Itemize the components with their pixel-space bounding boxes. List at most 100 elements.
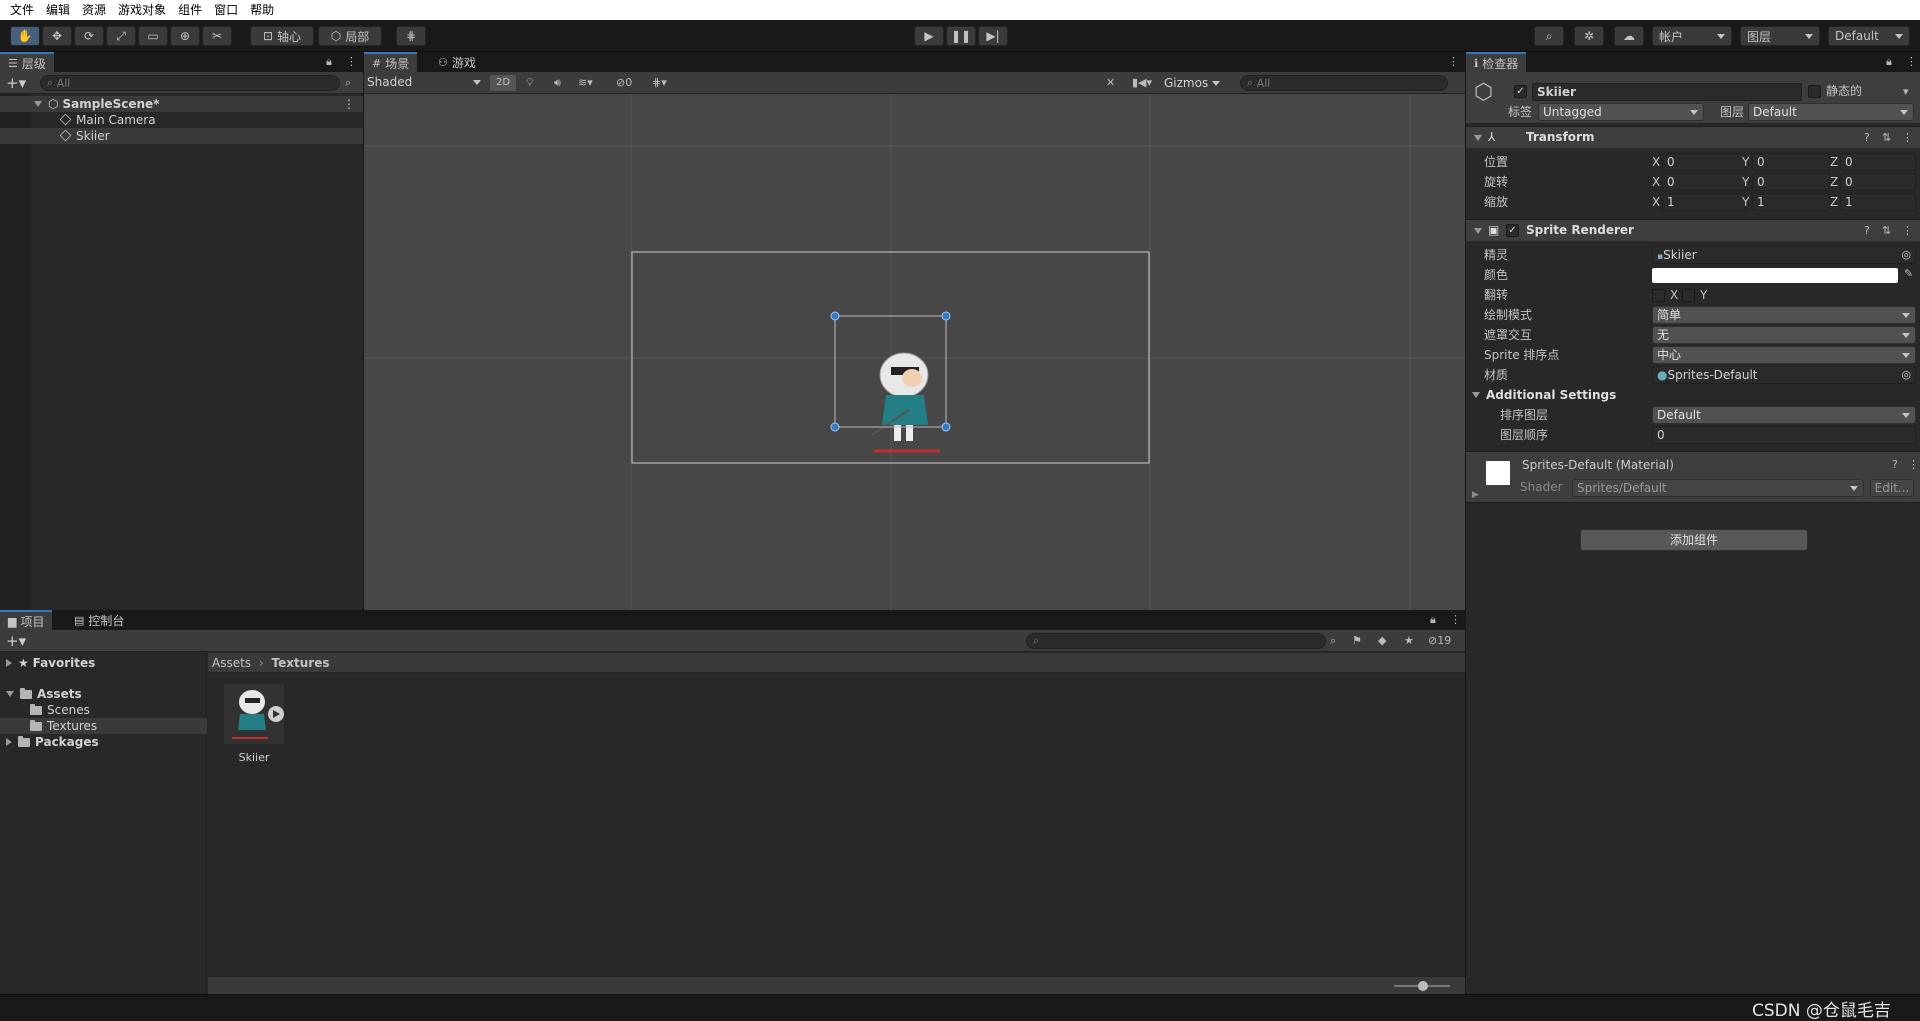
chevron-down-icon[interactable]: ▾ [1903,85,1909,98]
transform-header[interactable]: ⅄ Transform ? ⇅ ⋮ [1466,126,1920,148]
hand-tool-button[interactable]: ✋ [10,26,40,46]
transform-tool-button[interactable]: ⊕ [170,26,200,46]
preset-icon[interactable]: ⇅ [1882,131,1891,144]
position-z-field[interactable]: 0 [1840,153,1916,171]
add-component-button[interactable]: 添加组件 [1580,529,1808,551]
pause-button[interactable]: ❚❚ [946,26,976,46]
sprite-renderer-enabled-checkbox[interactable]: ✓ [1506,224,1519,237]
type-filter-icon[interactable]: ⚑ [1352,634,1362,647]
collab-button[interactable]: ✲ [1574,26,1604,46]
tab-game[interactable]: ⚇ 游戏 [430,52,484,72]
menu-edit[interactable]: 编辑 [40,0,76,20]
scale-z-field[interactable]: 1 [1840,193,1916,211]
scene-canvas[interactable] [364,95,1465,610]
layer-dropdown[interactable]: Default [1748,103,1914,121]
asset-item-skiier[interactable]: Skiier [222,682,286,766]
favorites-item[interactable]: ★ Favorites [6,655,95,671]
more-icon[interactable]: ⋮ [1906,55,1917,68]
account-dropdown[interactable]: 帐户 [1652,26,1732,46]
more-icon[interactable]: ⋮ [343,96,355,112]
chevron-right-icon[interactable]: ▶ [1472,490,1479,500]
rect-tool-button[interactable]: ▭ [138,26,168,46]
target-icon[interactable]: ◎ [1901,367,1911,383]
add-icon[interactable]: +▾ [6,632,26,650]
breadcrumb-assets[interactable]: Assets [212,656,251,670]
play-button[interactable]: ▶ [914,26,944,46]
layout-dropdown[interactable]: Default [1828,26,1910,46]
textures-folder[interactable]: Textures [0,718,207,734]
tag-dropdown[interactable]: Untagged [1538,103,1704,121]
layers-dropdown[interactable]: 图层 [1740,26,1820,46]
breadcrumb-textures[interactable]: Textures [272,656,330,670]
position-y-field[interactable]: 0 [1752,153,1830,171]
color-swatch[interactable] [1652,268,1898,283]
gizmos-dropdown[interactable]: Gizmos [1164,74,1220,92]
pivot-toggle[interactable]: ⊡ 轴心 [250,26,314,46]
hidden-packages-icon[interactable]: ⊘19 [1428,634,1451,647]
filter-icon[interactable]: ⌕ [345,76,351,90]
scene-row[interactable]: ⬡ SampleScene* ⋮ [0,96,363,112]
audio-icon[interactable]: 🔊︎ [554,76,561,90]
camera-icon[interactable]: ▮◀▾ [1132,76,1152,89]
grid-snap-button[interactable]: ⋕ [396,26,426,46]
tools-icon[interactable]: ✕ [1106,76,1115,89]
project-search-input[interactable]: ⌕ [1026,633,1326,649]
scenes-folder[interactable]: Scenes [30,702,90,718]
menu-component[interactable]: 组件 [172,0,208,20]
help-icon[interactable]: ? [1864,131,1870,144]
search-button[interactable]: ⌕ [1534,26,1564,46]
rotation-z-field[interactable]: 0 [1840,173,1916,191]
2d-toggle[interactable]: 2D [490,75,516,91]
tab-inspector[interactable]: ℹ 检查器 [1466,52,1527,72]
menu-help[interactable]: 帮助 [244,0,280,20]
shader-dropdown[interactable]: Sprites/Default [1572,479,1864,497]
flip-x-checkbox[interactable] [1652,289,1665,302]
cloud-button[interactable]: ☁ [1614,26,1644,46]
mask-interaction-dropdown[interactable]: 无 [1652,326,1916,344]
packages-item[interactable]: Packages [6,734,99,750]
shader-edit-button[interactable]: Edit... [1870,479,1914,497]
tab-hierarchy[interactable]: ☰ 层级 [0,52,54,72]
lock-icon[interactable]: 🔒︎ [1886,55,1892,69]
preset-icon[interactable]: ⇅ [1882,224,1891,237]
sprite-renderer-header[interactable]: ▣ ✓ Sprite Renderer ? ⇅ ⋮ [1466,219,1920,241]
effects-icon[interactable]: ≋▾ [578,76,593,89]
more-icon[interactable]: ⋮ [1450,613,1461,626]
custom-tool-button[interactable]: ✂ [202,26,232,46]
scene-search-input[interactable]: ⌕ All [1240,75,1448,91]
position-x-field[interactable]: 0 [1662,153,1746,171]
more-icon[interactable]: ⋮ [1908,458,1919,471]
sorting-layer-dropdown[interactable]: Default [1652,406,1916,424]
scale-x-field[interactable]: 1 [1662,193,1746,211]
zoom-slider-thumb[interactable] [1418,981,1428,991]
hierarchy-item-main-camera[interactable]: Main Camera [0,112,363,128]
sort-point-dropdown[interactable]: 中心 [1652,346,1916,364]
static-checkbox[interactable] [1808,85,1821,98]
menu-assets[interactable]: 资源 [76,0,112,20]
assets-item[interactable]: Assets [6,686,82,702]
tab-scene[interactable]: # 场景 [364,52,418,72]
additional-settings-foldout[interactable]: Additional Settings [1472,386,1616,404]
label-icon[interactable]: ◆ [1378,634,1386,647]
eyedropper-icon[interactable]: ✎ [1904,267,1913,280]
flip-y-checkbox[interactable] [1682,289,1695,302]
material-field[interactable]: ●Sprites-Default ◎ [1652,366,1916,384]
local-toggle[interactable]: ⬡ 局部 [318,26,382,46]
add-icon[interactable]: +▾ [6,74,26,92]
help-icon[interactable]: ? [1892,458,1898,471]
active-checkbox[interactable]: ✓ [1514,85,1527,98]
draw-mode-dropdown[interactable]: 简单 [1652,306,1916,324]
lock-icon[interactable]: 🔒︎ [326,55,332,69]
tab-project[interactable]: ▆ 项目 [0,610,53,630]
more-icon[interactable]: ⋮ [1902,131,1913,144]
help-icon[interactable]: ? [1864,224,1870,237]
visibility-icon[interactable]: ⊘0 [616,76,632,89]
menu-window[interactable]: 窗口 [208,0,244,20]
menu-file[interactable]: 文件 [4,0,40,20]
scale-tool-button[interactable]: ⤢ [106,26,136,46]
star-icon[interactable]: ★ [1404,634,1414,647]
lock-icon[interactable]: 🔒︎ [1430,613,1436,627]
hierarchy-item-skiier[interactable]: Skiier [0,128,363,144]
filter-icon[interactable]: ⌕ [1330,634,1336,648]
object-name-field[interactable]: Skiier [1532,83,1802,101]
